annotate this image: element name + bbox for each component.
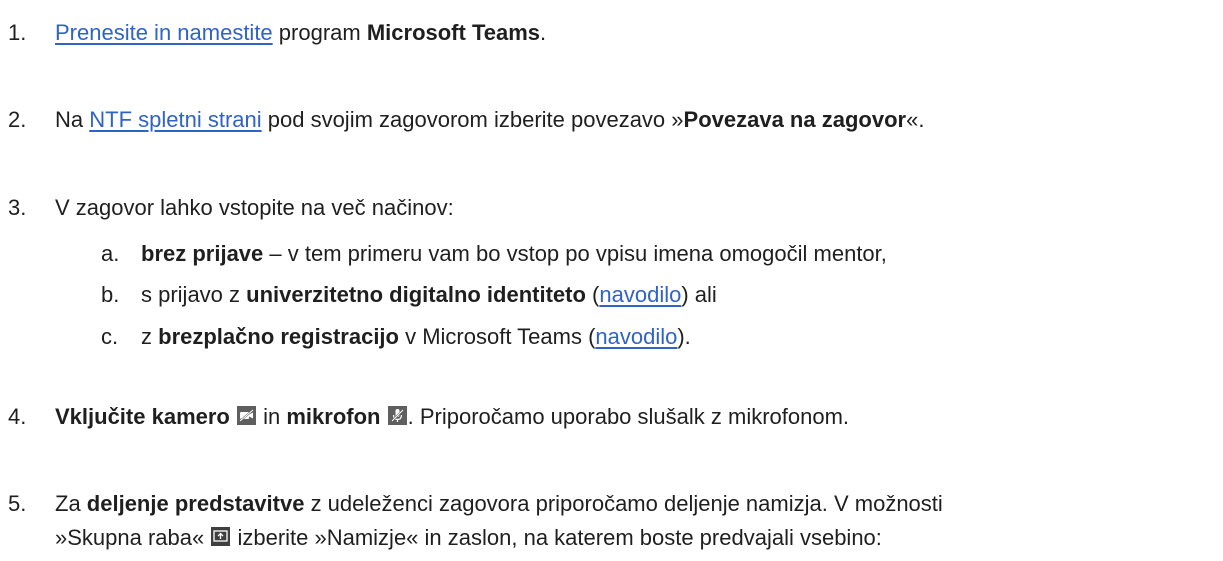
sub-marker: b. xyxy=(101,282,120,307)
text: program xyxy=(272,20,367,45)
instructions-link[interactable]: navodilo xyxy=(599,282,681,307)
list-item-4: 4. Vključite kamero in mikrofon . Priporo… xyxy=(0,402,849,432)
list-item-1: 1. Prenesite in namestite program Microso… xyxy=(0,18,546,48)
list-item-5-continuation: »Skupna raba« izberite »Namizje« in zasl… xyxy=(55,523,882,553)
text: . xyxy=(540,20,547,45)
text: ( xyxy=(585,282,600,307)
ntf-website-link[interactable]: NTF spletni strani xyxy=(89,107,261,132)
text: «. xyxy=(906,107,925,132)
text: z xyxy=(141,324,159,349)
download-install-link[interactable]: Prenesite in namestite xyxy=(55,20,273,45)
bold-text: deljenje predstavitve xyxy=(86,491,305,516)
mic-off-icon xyxy=(387,406,407,425)
text: Za xyxy=(55,491,87,516)
text: in xyxy=(263,404,287,429)
camera-off-icon xyxy=(237,406,256,425)
bold-text: mikrofon xyxy=(286,404,381,429)
document-page: 1. Prenesite in namestite program Microso… xyxy=(0,0,1223,561)
bold-text: brezplačno registracijo xyxy=(158,324,399,349)
bold-text: Microsoft Teams xyxy=(366,20,541,45)
list-number: 2. xyxy=(8,107,27,132)
list-item-3: 3. V zagovor lahko vstopite na več načino… xyxy=(0,193,454,223)
text: »Skupna raba« xyxy=(55,525,211,550)
list-number: 3. xyxy=(8,195,27,220)
list-number: 5. xyxy=(8,491,27,516)
text: – v tem primeru vam bo vstop po vpisu im… xyxy=(263,241,887,266)
text: Na xyxy=(55,107,90,132)
bold-text: Povezava na zagovor xyxy=(683,107,907,132)
text: pod svojim zagovorom izberite povezavo » xyxy=(261,107,684,132)
text: ) ali xyxy=(681,282,717,307)
list-item-2: 2. Na NTF spletni strani pod svojim zagov… xyxy=(0,105,924,135)
sub-item-b: b. s prijavo z univerzitetno digitalno id… xyxy=(101,280,717,310)
instructions-link[interactable]: navodilo xyxy=(595,324,677,349)
sub-item-c: c. z brezplačno registracijo v Microsoft … xyxy=(101,322,691,352)
bold-text: brez prijave xyxy=(141,241,264,266)
text: . Priporočamo uporabo slušalk z mikrofon… xyxy=(407,404,850,429)
list-number: 4. xyxy=(8,404,27,429)
text: v Microsoft Teams ( xyxy=(398,324,596,349)
text: V zagovor lahko vstopite na več načinov: xyxy=(55,195,454,220)
share-screen-icon xyxy=(211,527,231,546)
text: z udeleženci zagovora priporočamo deljen… xyxy=(304,491,943,516)
sub-marker: c. xyxy=(101,324,119,349)
bold-text: Vključite kamero xyxy=(55,404,230,429)
sub-item-a: a. brez prijave – v tem primeru vam bo vs… xyxy=(101,239,887,269)
sub-marker: a. xyxy=(101,241,120,266)
bold-text: univerzitetno digitalno identiteto xyxy=(246,282,586,307)
text: ). xyxy=(677,324,691,349)
list-item-5: 5. Za deljenje predstavitve z udeleženci … xyxy=(0,489,943,519)
text: s prijavo z xyxy=(141,282,247,307)
list-number: 1. xyxy=(8,20,27,45)
text: izberite »Namizje« in zaslon, na katerem… xyxy=(231,525,882,550)
